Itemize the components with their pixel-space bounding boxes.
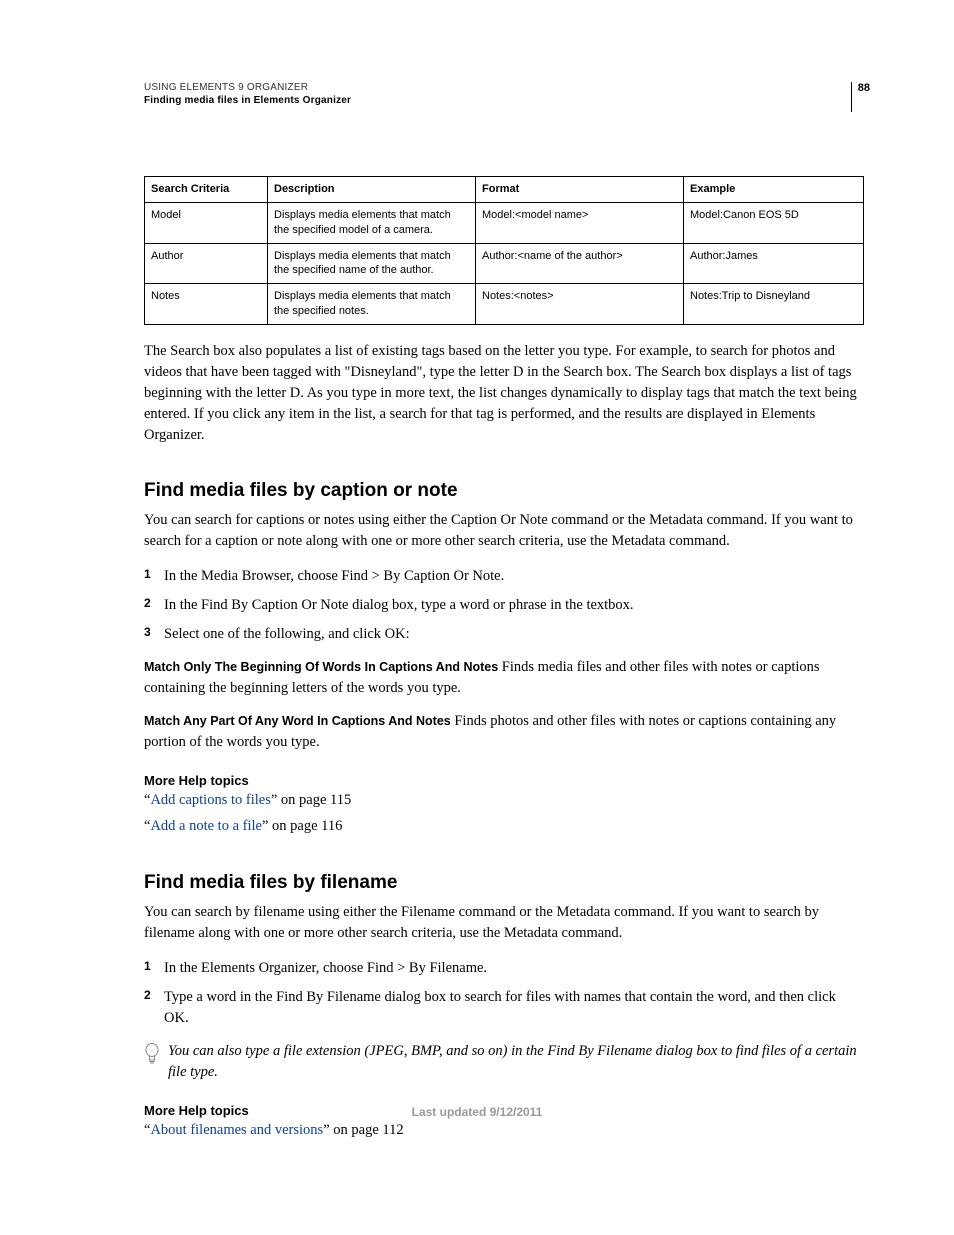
heading-filename: Find media files by filename	[144, 872, 864, 894]
table-cell: Author:James	[684, 243, 864, 284]
table-header: Format	[476, 177, 684, 203]
page-number: 88	[851, 82, 870, 112]
table-cell: Notes:Trip to Disneyland	[684, 284, 864, 325]
help-rest: ” on page 115	[271, 792, 351, 808]
help-rest: ” on page 116	[262, 818, 342, 834]
definition-term: Match Any Part Of Any Word In Captions A…	[144, 714, 451, 728]
lightbulb-icon	[144, 1043, 160, 1070]
steps-caption: In the Media Browser, choose Find > By C…	[144, 566, 864, 645]
header-title: USING ELEMENTS 9 ORGANIZER	[144, 82, 864, 93]
step-item: In the Elements Organizer, choose Find >…	[144, 958, 864, 979]
table-cell: Displays media elements that match the s…	[268, 243, 476, 284]
step-item: In the Media Browser, choose Find > By C…	[144, 566, 864, 587]
header-subtitle: Finding media files in Elements Organize…	[144, 95, 864, 106]
page-header: USING ELEMENTS 9 ORGANIZER Finding media…	[144, 82, 864, 106]
definition-term: Match Only The Beginning Of Words In Cap…	[144, 660, 498, 674]
definition-match-any: Match Any Part Of Any Word In Captions A…	[144, 711, 864, 753]
help-link-line: “Add captions to files” on page 115	[144, 790, 864, 812]
help-link-line: “About filenames and versions” on page 1…	[144, 1120, 864, 1142]
step-item: In the Find By Caption Or Note dialog bo…	[144, 595, 864, 616]
help-rest: ” on page 112	[323, 1122, 403, 1138]
step-item: Type a word in the Find By Filename dial…	[144, 987, 864, 1029]
link-about-filenames[interactable]: About filenames and versions	[150, 1122, 323, 1138]
table-cell: Model:Canon EOS 5D	[684, 202, 864, 243]
heading-caption-or-note: Find media files by caption or note	[144, 480, 864, 502]
table-header: Description	[268, 177, 476, 203]
table-row: Author Displays media elements that matc…	[145, 243, 864, 284]
table-cell: Author	[145, 243, 268, 284]
table-cell: Model	[145, 202, 268, 243]
search-criteria-table: Search Criteria Description Format Examp…	[144, 176, 864, 325]
table-cell: Notes	[145, 284, 268, 325]
paragraph-searchbox: The Search box also populates a list of …	[144, 341, 864, 446]
help-link-line: “Add a note to a file” on page 116	[144, 816, 864, 838]
tip-block: You can also type a file extension (JPEG…	[144, 1041, 864, 1083]
paragraph-filename-intro: You can search by filename using either …	[144, 902, 864, 944]
table-row: Notes Displays media elements that match…	[145, 284, 864, 325]
definition-match-beginning: Match Only The Beginning Of Words In Cap…	[144, 657, 864, 699]
steps-filename: In the Elements Organizer, choose Find >…	[144, 958, 864, 1029]
footer-last-updated: Last updated 9/12/2011	[0, 1105, 954, 1119]
table-cell: Notes:<notes>	[476, 284, 684, 325]
table-cell: Displays media elements that match the s…	[268, 202, 476, 243]
table-cell: Author:<name of the author>	[476, 243, 684, 284]
table-cell: Model:<model name>	[476, 202, 684, 243]
table-cell: Displays media elements that match the s…	[268, 284, 476, 325]
step-item: Select one of the following, and click O…	[144, 624, 864, 645]
tip-text: You can also type a file extension (JPEG…	[168, 1041, 864, 1083]
table-header: Example	[684, 177, 864, 203]
more-help-heading: More Help topics	[144, 773, 864, 788]
link-add-captions[interactable]: Add captions to files	[150, 792, 270, 808]
table-header: Search Criteria	[145, 177, 268, 203]
paragraph-caption-intro: You can search for captions or notes usi…	[144, 510, 864, 552]
link-add-note[interactable]: Add a note to a file	[150, 818, 262, 834]
table-row: Model Displays media elements that match…	[145, 202, 864, 243]
